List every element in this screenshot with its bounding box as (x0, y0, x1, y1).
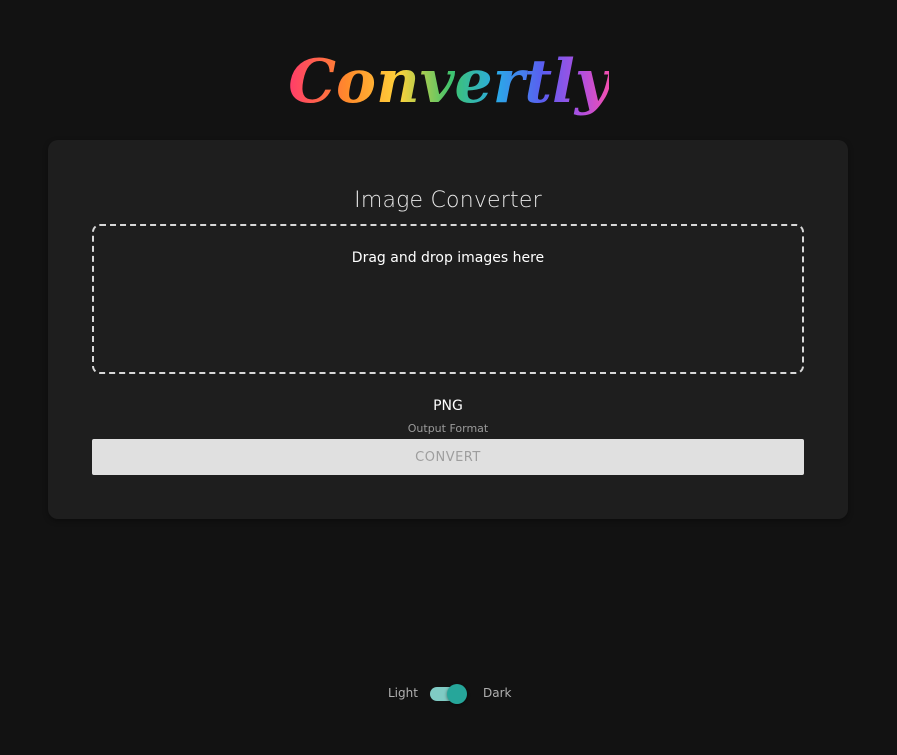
output-format-select[interactable]: PNG (48, 398, 848, 414)
theme-light-label: Light (388, 686, 418, 700)
card-title: Image Converter (354, 188, 542, 213)
theme-toggle-row: Light Dark (0, 683, 897, 705)
output-format-label: Output Format (407, 422, 489, 435)
convertly-logo: Convertly (289, 47, 609, 117)
image-dropzone[interactable]: Drag and drop images here (92, 224, 804, 374)
page: Convertly Image Converter Drag and drop … (0, 0, 897, 755)
logo: Convertly (0, 30, 897, 130)
theme-toggle-knob[interactable] (447, 684, 467, 704)
logo-text: Convertly (289, 47, 609, 117)
theme-dark-label: Dark (483, 686, 512, 700)
dropzone-text: Drag and drop images here (351, 250, 545, 266)
converter-card: Image Converter Drag and drop images her… (48, 140, 848, 519)
convert-button[interactable]: CONVERT (92, 439, 804, 475)
